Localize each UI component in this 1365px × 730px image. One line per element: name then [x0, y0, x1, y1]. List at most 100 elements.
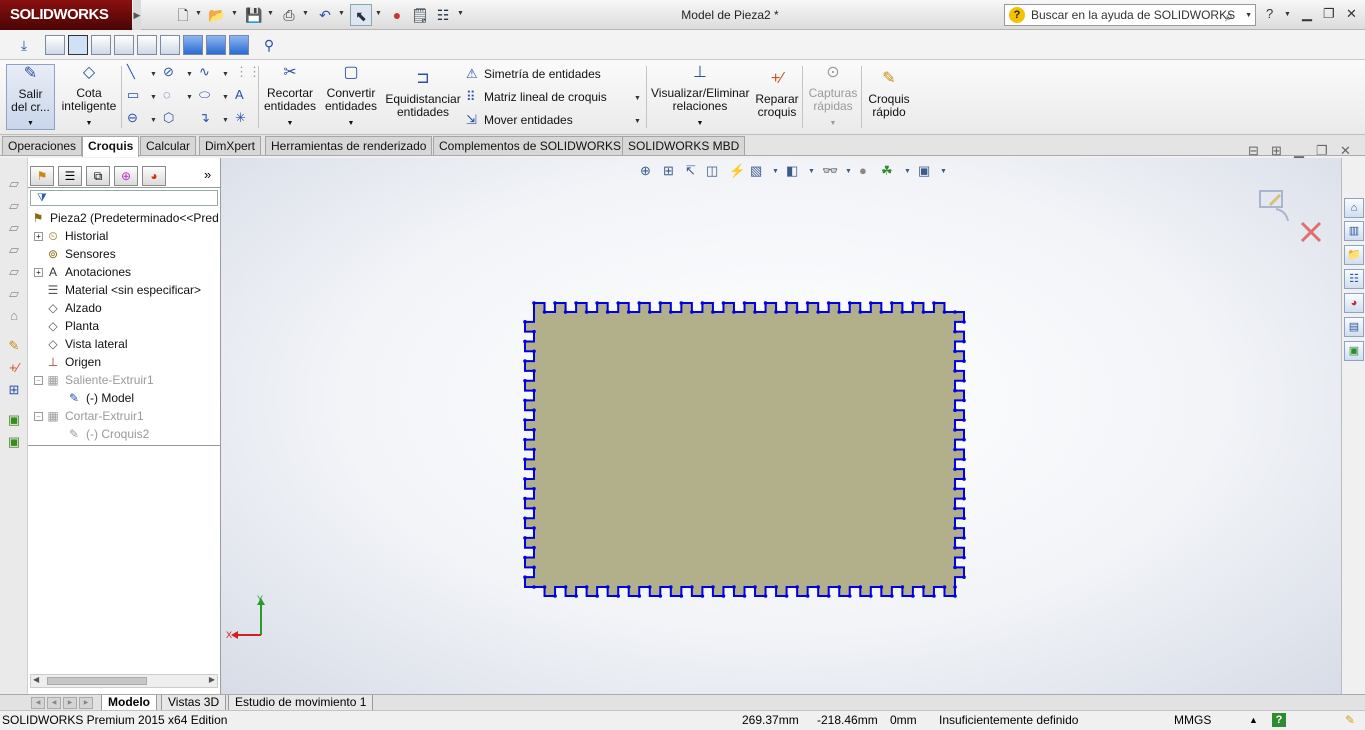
chevron-down-icon[interactable]: ▼	[457, 10, 464, 17]
doc-close-icon[interactable]: ✕	[1340, 143, 1351, 159]
sketch-vertex[interactable]	[942, 585, 947, 589]
sketch-vertex[interactable]	[532, 301, 536, 305]
last-tab-icon[interactable]: ▶	[79, 697, 93, 709]
restore-icon[interactable]: ❐	[1323, 6, 1335, 22]
chevron-down-icon[interactable]: ▼	[940, 168, 947, 175]
chevron-down-icon[interactable]: ▼	[60, 117, 118, 130]
sketch-vertex[interactable]	[532, 388, 536, 393]
exit-sketch-button[interactable]: ✎ Salir del cr... ▼	[6, 64, 55, 130]
chevron-down-icon[interactable]: ▼	[322, 117, 380, 130]
sketch-vertex[interactable]	[647, 585, 652, 589]
sketch-vertex[interactable]	[795, 585, 799, 589]
next-tab-icon[interactable]: ▶	[63, 697, 77, 709]
chevron-down-icon[interactable]: ▼	[772, 168, 779, 175]
chevron-down-icon[interactable]: ▼	[195, 10, 202, 17]
sketch-vertex[interactable]	[605, 585, 610, 589]
tree-item-cortar-extruir1[interactable]: − ▦ Cortar-Extruir1	[34, 407, 144, 425]
sketch-vertex[interactable]	[523, 398, 527, 403]
file-explorer-icon[interactable]: 📁	[1344, 245, 1364, 265]
zoom-to-fit-icon[interactable]: ⊕	[640, 163, 651, 179]
prev-tab-icon[interactable]: ◀	[47, 697, 61, 709]
grey-tool-icon[interactable]: ▱	[6, 264, 22, 280]
sketch-vertex[interactable]	[753, 585, 757, 589]
sketch-vertex[interactable]	[595, 301, 599, 305]
sketch-vertex[interactable]	[563, 585, 568, 589]
chevron-down-icon[interactable]: ▼	[150, 94, 157, 101]
sketch-vertex[interactable]	[962, 320, 966, 324]
zoom-to-area-icon[interactable]: ⊞	[663, 163, 674, 179]
sketch-vertex[interactable]	[721, 594, 726, 598]
sketch-vertex[interactable]	[774, 585, 778, 589]
grey-tool-icon[interactable]: ▱	[6, 198, 22, 214]
help-tips-icon[interactable]: ?	[1272, 713, 1286, 727]
arc-tool-icon[interactable]: ◌	[163, 87, 181, 102]
help-search-input[interactable]: ? Buscar en la ayuda de SOLIDWORKS ⌕ ▼	[1004, 4, 1256, 26]
feature-tree-tab-icon[interactable]: ⚑	[30, 166, 54, 186]
relations-icon[interactable]: ⊞	[6, 382, 22, 398]
sketch-vertex[interactable]	[523, 536, 527, 540]
display-style-icon[interactable]: ◧	[786, 163, 798, 179]
tree-item-alzado[interactable]: ◇ Alzado	[45, 299, 101, 317]
quick-snaps-button[interactable]: ⊙ Capturas rápidas ▼	[806, 65, 860, 130]
sketch-vertex[interactable]	[742, 301, 747, 305]
sketch-vertex[interactable]	[523, 320, 527, 324]
tab-calcular[interactable]: Calcular	[140, 136, 197, 155]
sketch-vertex[interactable]	[532, 467, 536, 471]
repair-sketch-button[interactable]: +⁄ Reparar croquis	[752, 71, 802, 119]
view-dimetric-icon[interactable]	[229, 35, 249, 55]
apply-scene-icon[interactable]: ☘	[881, 163, 893, 179]
tree-item-saliente-extruir1[interactable]: − ▦ Saliente-Extruir1	[34, 371, 154, 389]
sketch-vertex[interactable]	[784, 594, 789, 598]
sketch-vertex[interactable]	[637, 301, 642, 305]
sketch-vertex[interactable]	[784, 301, 789, 305]
chevron-down-icon[interactable]: ▼	[634, 95, 641, 102]
sketch-vertex[interactable]	[953, 369, 957, 373]
sketch-vertex[interactable]	[584, 310, 589, 314]
chevron-down-icon[interactable]: ▼	[1284, 11, 1291, 18]
sketch-vertex[interactable]	[711, 310, 715, 314]
chevron-down-icon[interactable]: ▼	[231, 10, 238, 17]
doc-minimize-icon[interactable]: ▁	[1294, 143, 1304, 159]
view-settings-icon[interactable]: ▣	[918, 163, 930, 179]
sketch-vertex[interactable]	[953, 486, 957, 491]
sketch-vertex[interactable]	[953, 467, 957, 471]
sketch-vertex[interactable]	[523, 516, 527, 521]
sketch-vertex[interactable]	[847, 594, 852, 598]
sketch-vertex[interactable]	[962, 555, 966, 560]
tree-item-origen[interactable]: ⊥ Origen	[45, 353, 101, 371]
sketch-vertex[interactable]	[584, 585, 589, 589]
sketch-vertex[interactable]	[532, 349, 536, 354]
sketch-vertex[interactable]	[523, 359, 527, 363]
grey-tool-icon[interactable]: ▱	[6, 242, 22, 258]
hide-show-items-icon[interactable]: 👓	[822, 163, 838, 179]
rebuild-status-icon[interactable]: ✎	[1345, 711, 1355, 730]
sketch-vertex[interactable]	[774, 310, 778, 314]
repair-sketch-icon[interactable]: +⁄	[6, 360, 22, 376]
exit-sketch-corner-icon[interactable]	[1259, 190, 1289, 222]
chevron-down-icon[interactable]: ▼	[186, 94, 193, 101]
normal-to-icon[interactable]: ⤓	[13, 34, 35, 56]
grey-tool-icon[interactable]: ▱	[6, 176, 22, 192]
tile-vertical-icon[interactable]: ⊞	[1271, 143, 1282, 159]
link-view-icon[interactable]: ⚲	[258, 34, 280, 56]
chevron-down-icon[interactable]: ▼	[375, 10, 382, 17]
sketch-vertex[interactable]	[626, 310, 631, 314]
custom-properties-icon[interactable]: ▤	[1344, 317, 1364, 337]
sketch-vertex[interactable]	[532, 545, 536, 550]
sketch-vertex[interactable]	[679, 594, 684, 598]
sketch-vertex[interactable]	[679, 301, 684, 305]
sketch-vertex[interactable]	[637, 594, 642, 598]
menu-expand-icon[interactable]: ▶	[133, 0, 141, 30]
chevron-down-icon[interactable]: ▼	[302, 10, 309, 17]
sketch-vertex[interactable]	[826, 594, 831, 598]
chevron-down-icon[interactable]: ▼	[808, 168, 815, 175]
view-isometric-icon[interactable]	[183, 35, 203, 55]
tree-item-croquis2[interactable]: ✎ (-) Croquis2	[66, 425, 149, 443]
sketch-vertex[interactable]	[532, 486, 536, 491]
expand-icon[interactable]: +	[34, 268, 43, 278]
sketch-vertex[interactable]	[658, 301, 663, 305]
tree-item-planta[interactable]: ◇ Planta	[45, 317, 99, 335]
configuration-manager-tab-icon[interactable]: ⧉	[86, 166, 110, 186]
view-orientation-icon[interactable]: ▧	[750, 163, 762, 179]
sketch-vertex[interactable]	[732, 585, 736, 589]
